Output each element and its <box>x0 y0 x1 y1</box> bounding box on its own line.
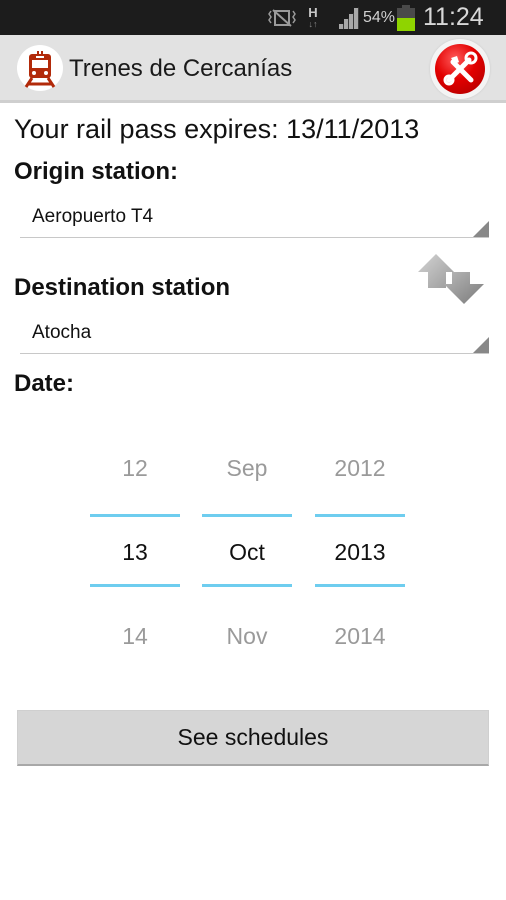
action-bar: Trenes de Cercanías <box>0 35 506 103</box>
battery-icon <box>397 0 417 35</box>
destination-station-spinner[interactable]: Atocha <box>20 314 489 354</box>
month-next[interactable]: Nov <box>202 623 292 650</box>
status-bar: H ↓↑ 54% 11:24 <box>0 0 506 35</box>
train-icon[interactable] <box>17 45 63 91</box>
destination-label: Destination station <box>14 274 231 301</box>
picker-divider <box>90 514 180 517</box>
vibrate-mute-icon <box>268 0 296 35</box>
data-arrows-icon: ↓↑ <box>308 18 318 29</box>
origin-station-value: Aeropuerto T4 <box>32 206 154 227</box>
spinner-corner-icon <box>473 337 489 353</box>
swap-arrows-icon <box>418 254 484 304</box>
tools-button[interactable] <box>430 39 490 99</box>
picker-divider <box>90 584 180 587</box>
year-current[interactable]: 2013 <box>315 539 405 566</box>
day-picker[interactable]: 12 13 14 <box>90 440 180 660</box>
month-picker[interactable]: Sep Oct Nov <box>202 440 292 660</box>
year-picker[interactable]: 2012 2013 2014 <box>315 440 405 660</box>
swap-stations-button[interactable] <box>414 248 488 306</box>
see-schedules-button[interactable]: See schedules <box>17 710 489 766</box>
picker-divider <box>202 514 292 517</box>
picker-divider <box>315 514 405 517</box>
year-next[interactable]: 2014 <box>315 623 405 650</box>
origin-label: Origin station: <box>14 158 178 185</box>
destination-station-value: Atocha <box>32 322 92 343</box>
network-type: H <box>308 4 318 20</box>
picker-divider <box>315 584 405 587</box>
month-prev[interactable]: Sep <box>202 455 292 482</box>
year-prev[interactable]: 2012 <box>315 455 405 482</box>
hspa-data-icon: H ↓↑ <box>303 0 323 35</box>
origin-station-spinner[interactable]: Aeropuerto T4 <box>20 198 489 238</box>
date-label: Date: <box>14 370 75 397</box>
day-current[interactable]: 13 <box>90 539 180 566</box>
clock: 11:24 <box>423 3 484 31</box>
day-prev[interactable]: 12 <box>90 455 180 482</box>
battery-percent: 54% <box>363 8 396 26</box>
spinner-corner-icon <box>473 221 489 237</box>
signal-icon <box>337 0 363 35</box>
month-current[interactable]: Oct <box>202 539 292 566</box>
day-next[interactable]: 14 <box>90 623 180 650</box>
picker-divider <box>202 584 292 587</box>
tools-icon <box>443 51 478 86</box>
rail-pass-expiry: Your rail pass expires: 13/11/2013 <box>14 114 420 144</box>
app-title: Trenes de Cercanías <box>69 55 293 82</box>
